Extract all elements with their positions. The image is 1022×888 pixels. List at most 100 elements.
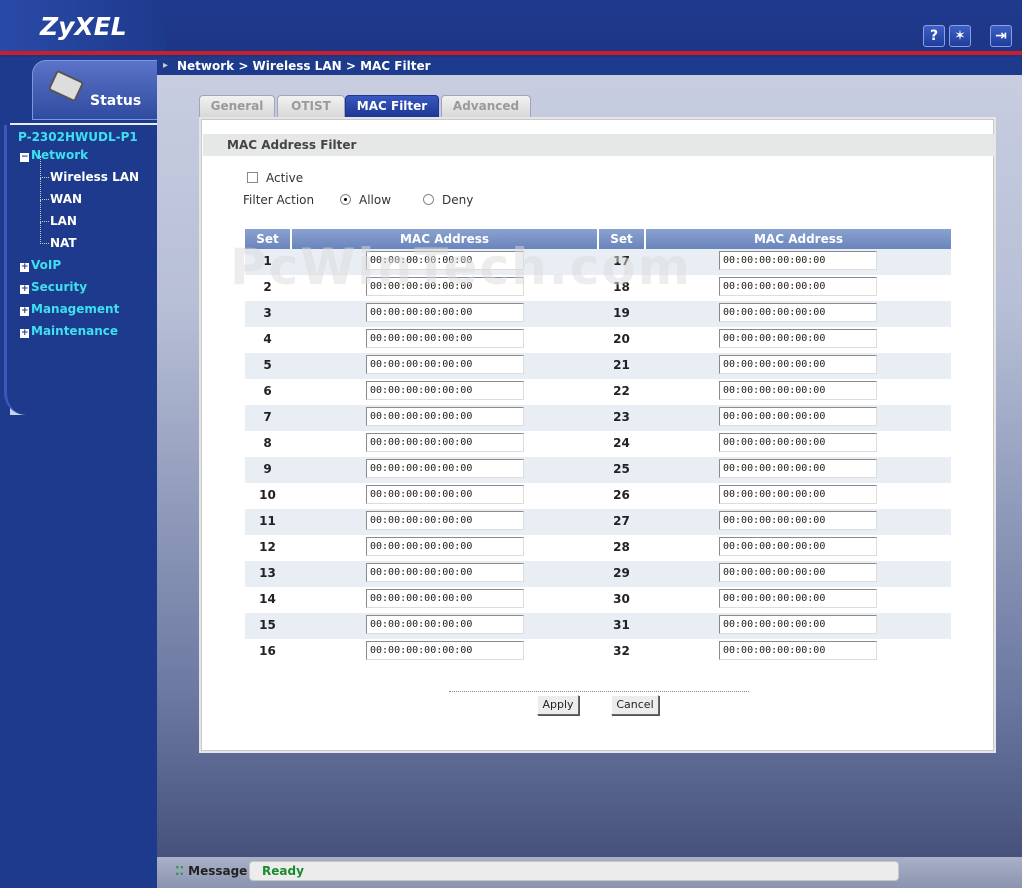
- table-row: 3 00:00:00:00:00:00 19 00:00:00:00:00:00: [245, 301, 951, 327]
- tab-otist[interactable]: OTIST: [277, 95, 345, 117]
- sidebar: Status P-2302HWUDL-P1 − Network Wireless …: [0, 57, 157, 888]
- mac-address-input[interactable]: 00:00:00:00:00:00: [719, 355, 877, 374]
- tab-mac-filter[interactable]: MAC Filter: [345, 95, 439, 117]
- mac-address-input[interactable]: 00:00:00:00:00:00: [366, 641, 524, 660]
- collapse-icon[interactable]: −: [20, 153, 29, 162]
- set-header-left: Set: [245, 229, 290, 249]
- set-header-right: Set: [599, 229, 644, 249]
- table-row: 1 00:00:00:00:00:00 17 00:00:00:00:00:00: [245, 249, 951, 275]
- status-tab[interactable]: Status: [32, 60, 157, 120]
- message-label: Message: [175, 864, 247, 878]
- status-label: Status: [90, 93, 142, 109]
- content-panel: MAC Address Filter Active Filter Action …: [199, 117, 996, 753]
- table-row: 15 00:00:00:00:00:00 31 00:00:00:00:00:00: [245, 613, 951, 639]
- sidebar-item-nat[interactable]: NAT: [40, 222, 77, 250]
- allow-radio[interactable]: [340, 194, 351, 205]
- mac-address-input[interactable]: 00:00:00:00:00:00: [719, 329, 877, 348]
- mac-address-input[interactable]: 00:00:00:00:00:00: [719, 641, 877, 660]
- set-number: 5: [263, 358, 272, 372]
- deny-radio[interactable]: [423, 194, 434, 205]
- mac-address-input[interactable]: 00:00:00:00:00:00: [366, 459, 524, 478]
- mac-address-input[interactable]: 00:00:00:00:00:00: [719, 251, 877, 270]
- sidebar-item-security[interactable]: + Security: [20, 280, 87, 294]
- status-bar: Message Ready: [157, 857, 1022, 888]
- mac-address-input[interactable]: 00:00:00:00:00:00: [366, 589, 524, 608]
- mac-header-right: MAC Address: [646, 229, 951, 249]
- mac-address-input[interactable]: 00:00:00:00:00:00: [719, 303, 877, 322]
- header-divider: [0, 51, 1022, 55]
- mac-address-input[interactable]: 00:00:00:00:00:00: [366, 615, 524, 634]
- help-icon[interactable]: ?: [923, 25, 945, 47]
- sidebar-item-label: Security: [31, 280, 88, 294]
- set-number: 16: [259, 644, 276, 658]
- mac-address-input[interactable]: 00:00:00:00:00:00: [719, 381, 877, 400]
- mac-address-input[interactable]: 00:00:00:00:00:00: [719, 485, 877, 504]
- mac-address-input[interactable]: 00:00:00:00:00:00: [366, 537, 524, 556]
- table-row: 12 00:00:00:00:00:00 28 00:00:00:00:00:00: [245, 535, 951, 561]
- mac-address-input[interactable]: 00:00:00:00:00:00: [719, 615, 877, 634]
- header-bar: ZyXEL ? ✶ ⇥: [0, 0, 1022, 57]
- main-area: Network > Wireless LAN > MAC Filter Gene…: [157, 57, 1022, 857]
- wizard-icon[interactable]: ✶: [949, 25, 971, 47]
- set-number: 13: [259, 566, 276, 580]
- sidebar-item-voip[interactable]: + VoIP: [20, 258, 61, 272]
- set-number: 6: [263, 384, 272, 398]
- allow-option[interactable]: Allow: [340, 193, 391, 207]
- active-checkbox[interactable]: [247, 172, 258, 183]
- set-number: 15: [259, 618, 276, 632]
- mac-address-input[interactable]: 00:00:00:00:00:00: [719, 459, 877, 478]
- divider: [449, 691, 749, 692]
- table-row: 16 00:00:00:00:00:00 32 00:00:00:00:00:00: [245, 639, 951, 665]
- mac-address-input[interactable]: 00:00:00:00:00:00: [366, 433, 524, 452]
- expand-icon[interactable]: +: [20, 329, 29, 338]
- set-number: 29: [613, 566, 630, 580]
- filter-action-row: Filter Action Allow Deny: [243, 193, 543, 211]
- mac-address-input[interactable]: 00:00:00:00:00:00: [366, 277, 524, 296]
- expand-icon[interactable]: +: [20, 307, 29, 316]
- set-number: 30: [613, 592, 630, 606]
- sidebar-item-label: Maintenance: [31, 324, 119, 338]
- device-name[interactable]: P-2302HWUDL-P1: [18, 130, 138, 144]
- set-number: 9: [263, 462, 272, 476]
- mac-address-input[interactable]: 00:00:00:00:00:00: [719, 511, 877, 530]
- deny-option[interactable]: Deny: [423, 193, 473, 207]
- set-number: 27: [613, 514, 630, 528]
- sidebar-item-maintenance[interactable]: + Maintenance: [20, 324, 118, 338]
- set-number: 17: [613, 254, 630, 268]
- mac-address-input[interactable]: 00:00:00:00:00:00: [719, 433, 877, 452]
- tab-advanced[interactable]: Advanced: [441, 95, 531, 117]
- table-row: 5 00:00:00:00:00:00 21 00:00:00:00:00:00: [245, 353, 951, 379]
- mac-address-input[interactable]: 00:00:00:00:00:00: [719, 537, 877, 556]
- mac-address-input[interactable]: 00:00:00:00:00:00: [366, 407, 524, 426]
- mac-address-input[interactable]: 00:00:00:00:00:00: [366, 511, 524, 530]
- tab-general[interactable]: General: [199, 95, 275, 117]
- set-number: 7: [263, 410, 272, 424]
- active-label: Active: [266, 171, 304, 185]
- logout-icon[interactable]: ⇥: [990, 25, 1012, 47]
- sidebar-item-lan[interactable]: LAN: [40, 200, 77, 228]
- mac-address-input[interactable]: 00:00:00:00:00:00: [366, 251, 524, 270]
- cancel-button[interactable]: Cancel: [611, 695, 659, 715]
- mac-address-input[interactable]: 00:00:00:00:00:00: [366, 355, 524, 374]
- mac-address-input[interactable]: 00:00:00:00:00:00: [719, 589, 877, 608]
- table-row: 14 00:00:00:00:00:00 30 00:00:00:00:00:00: [245, 587, 951, 613]
- mac-address-input[interactable]: 00:00:00:00:00:00: [366, 485, 524, 504]
- mac-address-input[interactable]: 00:00:00:00:00:00: [719, 407, 877, 426]
- mac-address-input[interactable]: 00:00:00:00:00:00: [719, 563, 877, 582]
- table-row: 11 00:00:00:00:00:00 27 00:00:00:00:00:00: [245, 509, 951, 535]
- mac-address-input[interactable]: 00:00:00:00:00:00: [366, 563, 524, 582]
- expand-icon[interactable]: +: [20, 285, 29, 294]
- table-row: 10 00:00:00:00:00:00 26 00:00:00:00:00:00: [245, 483, 951, 509]
- mac-address-input[interactable]: 00:00:00:00:00:00: [366, 381, 524, 400]
- sidebar-item-wan[interactable]: WAN: [39, 178, 82, 206]
- mac-address-input[interactable]: 00:00:00:00:00:00: [366, 303, 524, 322]
- apply-button[interactable]: Apply: [537, 695, 579, 715]
- sidebar-item-management[interactable]: + Management: [20, 302, 119, 316]
- sidebar-item-network[interactable]: − Network: [20, 148, 88, 162]
- allow-label: Allow: [359, 193, 392, 207]
- sidebar-item-wireless-lan[interactable]: Wireless LAN: [39, 156, 139, 184]
- mac-address-input[interactable]: 00:00:00:00:00:00: [366, 329, 524, 348]
- expand-icon[interactable]: +: [20, 263, 29, 272]
- table-row: 4 00:00:00:00:00:00 20 00:00:00:00:00:00: [245, 327, 951, 353]
- mac-address-input[interactable]: 00:00:00:00:00:00: [719, 277, 877, 296]
